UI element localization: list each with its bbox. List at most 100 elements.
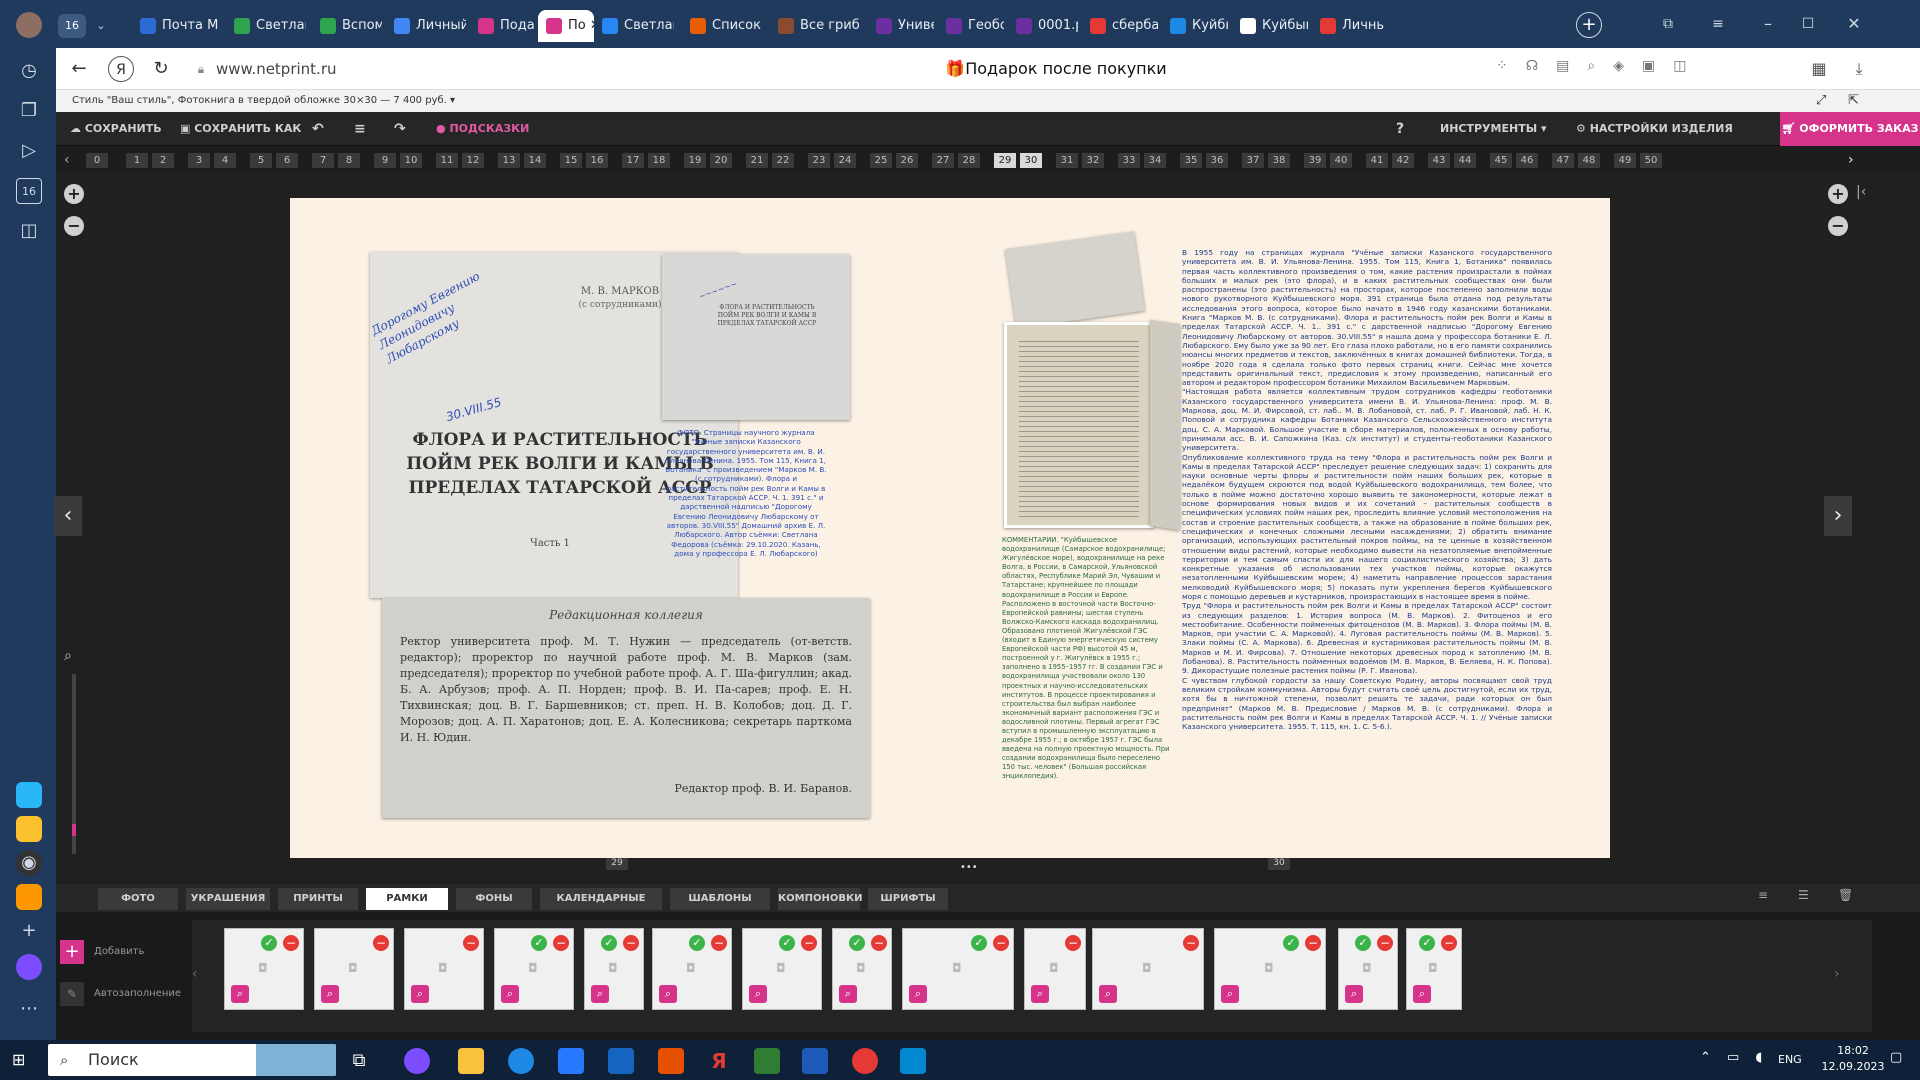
page-thumb-24[interactable]: 24 <box>834 153 856 168</box>
music-icon[interactable]: ◉ <box>16 850 42 876</box>
minimize-icon[interactable]: – <box>1756 12 1780 36</box>
order-button[interactable]: 🛒︎ ОФОРМИТЬ ЗАКАЗ <box>1780 112 1920 146</box>
tab-count-badge[interactable]: 16 <box>58 14 86 38</box>
page-thumb-10[interactable]: 10 <box>400 153 422 168</box>
strip-right-arrow-icon[interactable]: › <box>1848 150 1864 170</box>
resource-tab[interactable]: ШРИФТЫ <box>868 888 948 910</box>
media-icon[interactable]: ▷ <box>16 138 42 164</box>
page-thumb-11[interactable]: 11 <box>436 153 458 168</box>
zoom-in-icon[interactable]: + <box>64 184 84 204</box>
back-icon[interactable]: ← <box>66 56 92 82</box>
yandex-icon[interactable]: Я <box>108 56 134 82</box>
page-thumb-23[interactable]: 23 <box>808 153 830 168</box>
undo-icon[interactable]: ↶ <box>312 112 324 146</box>
open-external-icon[interactable]: ⇱ <box>1848 90 1859 112</box>
book-spread[interactable]: Дорогому Евгению Леонидовичу Любарскому … <box>290 198 1610 858</box>
tray-right-arrow-icon[interactable]: › <box>1834 966 1848 986</box>
file-explorer-icon[interactable] <box>458 1048 484 1074</box>
hints-button[interactable]: ● ПОДСКАЗКИ <box>436 112 529 146</box>
preview-zoom-icon[interactable]: ⌕ <box>411 985 429 1003</box>
browser-tab[interactable]: Почта М <box>132 10 220 42</box>
remove-icon[interactable]: − <box>1183 935 1199 951</box>
url-field[interactable]: www.netprint.ru <box>216 56 456 82</box>
page-thumb-40[interactable]: 40 <box>1330 153 1352 168</box>
page-thumb-45[interactable]: 45 <box>1490 153 1512 168</box>
excel-icon[interactable] <box>754 1048 780 1074</box>
trash-icon[interactable]: 🗑︎ <box>1838 888 1856 908</box>
chevron-down-icon[interactable]: ⌄ <box>90 14 112 38</box>
remove-icon[interactable]: − <box>553 935 569 951</box>
alice-taskbar-icon[interactable] <box>404 1048 430 1074</box>
page-thumb-21[interactable]: 21 <box>746 153 768 168</box>
page-thumb-19[interactable]: 19 <box>684 153 706 168</box>
page-thumb-18[interactable]: 18 <box>648 153 670 168</box>
store-icon[interactable] <box>558 1048 584 1074</box>
browser-tab[interactable]: Личный <box>386 10 466 42</box>
zoom-slider-handle[interactable] <box>72 824 76 836</box>
redo-icon[interactable]: ↷ <box>394 112 406 146</box>
remove-icon[interactable]: − <box>1305 935 1321 951</box>
address-tools-icons[interactable]: ⁘☊▤⌕◈▣◫ <box>1496 58 1796 80</box>
resize-handle-icon[interactable]: ••• <box>960 863 980 873</box>
download-icon[interactable]: ⤓ <box>1846 56 1872 82</box>
frame-thumbnail[interactable]: ✓ − ⌕ ◘ <box>1214 928 1326 1010</box>
page-thumb-7[interactable]: 7 <box>312 153 334 168</box>
frame-thumbnail[interactable]: ✓ − ⌕ ◘ <box>652 928 732 1010</box>
remove-icon[interactable]: − <box>1441 935 1457 951</box>
history-icon[interactable]: ◷ <box>16 58 42 84</box>
page-thumb-5[interactable]: 5 <box>250 153 272 168</box>
page-thumb-36[interactable]: 36 <box>1206 153 1228 168</box>
preview-zoom-icon[interactable]: ⌕ <box>1345 985 1363 1003</box>
page-thumb-47[interactable]: 47 <box>1552 153 1574 168</box>
page-thumb-50[interactable]: 50 <box>1640 153 1662 168</box>
frame-thumbnail[interactable]: − ⌕ ◘ <box>1024 928 1086 1010</box>
collections-icon[interactable]: ❐ <box>16 98 42 124</box>
resource-tab[interactable]: ШАБЛОНЫ СТИЛЕЙ <box>670 888 770 926</box>
page-thumb-32[interactable]: 32 <box>1082 153 1104 168</box>
page-thumb-35[interactable]: 35 <box>1180 153 1202 168</box>
journal-cover-photo[interactable] <box>1005 231 1145 329</box>
page-thumb-14[interactable]: 14 <box>524 153 546 168</box>
photos-icon[interactable] <box>900 1048 926 1074</box>
tab-collections-icon[interactable]: ⧉ <box>1656 12 1680 36</box>
collapse-panel-icon[interactable]: |‹ <box>1856 184 1866 200</box>
browser-tab[interactable]: Геобота <box>938 10 1004 42</box>
page-thumb-43[interactable]: 43 <box>1428 153 1450 168</box>
frame-thumbnail[interactable]: − ⌕ ◘ <box>314 928 394 1010</box>
frame-thumbnail[interactable]: ✓ − ⌕ ◘ <box>902 928 1014 1010</box>
page-thumb-12[interactable]: 12 <box>462 153 484 168</box>
camera-icon[interactable]: ◫ <box>16 218 42 244</box>
page-thumb-27[interactable]: 27 <box>932 153 954 168</box>
browser-tab[interactable]: Светлан <box>594 10 674 42</box>
more-icon[interactable]: ⋯ <box>16 996 42 1022</box>
browser-tab[interactable]: Все гриб <box>770 10 862 42</box>
remove-icon[interactable]: − <box>993 935 1009 951</box>
task-view-icon[interactable]: ⧉ <box>346 1048 372 1074</box>
frame-thumbnail[interactable]: ✓ − ⌕ ◘ <box>1406 928 1462 1010</box>
browser-tab[interactable]: Куйбыш <box>1232 10 1308 42</box>
page-thumb-1[interactable]: 1 <box>126 153 148 168</box>
add-panel-icon[interactable]: + <box>16 918 42 944</box>
browser-tab[interactable]: Универ <box>868 10 934 42</box>
zoom-out-icon[interactable]: − <box>64 216 84 236</box>
page-thumb-2[interactable]: 2 <box>152 153 174 168</box>
maps-icon[interactable] <box>16 816 42 842</box>
preview-zoom-icon[interactable]: ⌕ <box>1413 985 1431 1003</box>
zoom-out-right-icon[interactable]: − <box>1828 216 1848 236</box>
remove-icon[interactable]: − <box>463 935 479 951</box>
frame-thumbnail[interactable]: ✓ − ⌕ ◘ <box>224 928 304 1010</box>
frame-thumbnail[interactable]: ✓ − ⌕ ◘ <box>584 928 644 1010</box>
journal-page-photo[interactable]: ~~~~~~ ФЛОРА И РАСТИТЕЛЬНОСТЬ ПОЙМ РЕК В… <box>662 254 850 420</box>
page-thumb-41[interactable]: 41 <box>1366 153 1388 168</box>
remove-icon[interactable]: − <box>1065 935 1081 951</box>
tray-left-arrow-icon[interactable]: ‹ <box>192 966 206 986</box>
clock-date[interactable]: 12.09.2023 <box>1820 1060 1886 1076</box>
prev-spread-button[interactable]: ‹ <box>54 496 82 536</box>
browser-tab[interactable]: 0001.pdf <box>1008 10 1078 42</box>
autofill-label[interactable]: Автозаполнение <box>94 988 194 1002</box>
page-thumb-46[interactable]: 46 <box>1516 153 1538 168</box>
remove-icon[interactable]: − <box>711 935 727 951</box>
remove-icon[interactable]: − <box>623 935 639 951</box>
page-thumb-6[interactable]: 6 <box>276 153 298 168</box>
page-thumb-22[interactable]: 22 <box>772 153 794 168</box>
